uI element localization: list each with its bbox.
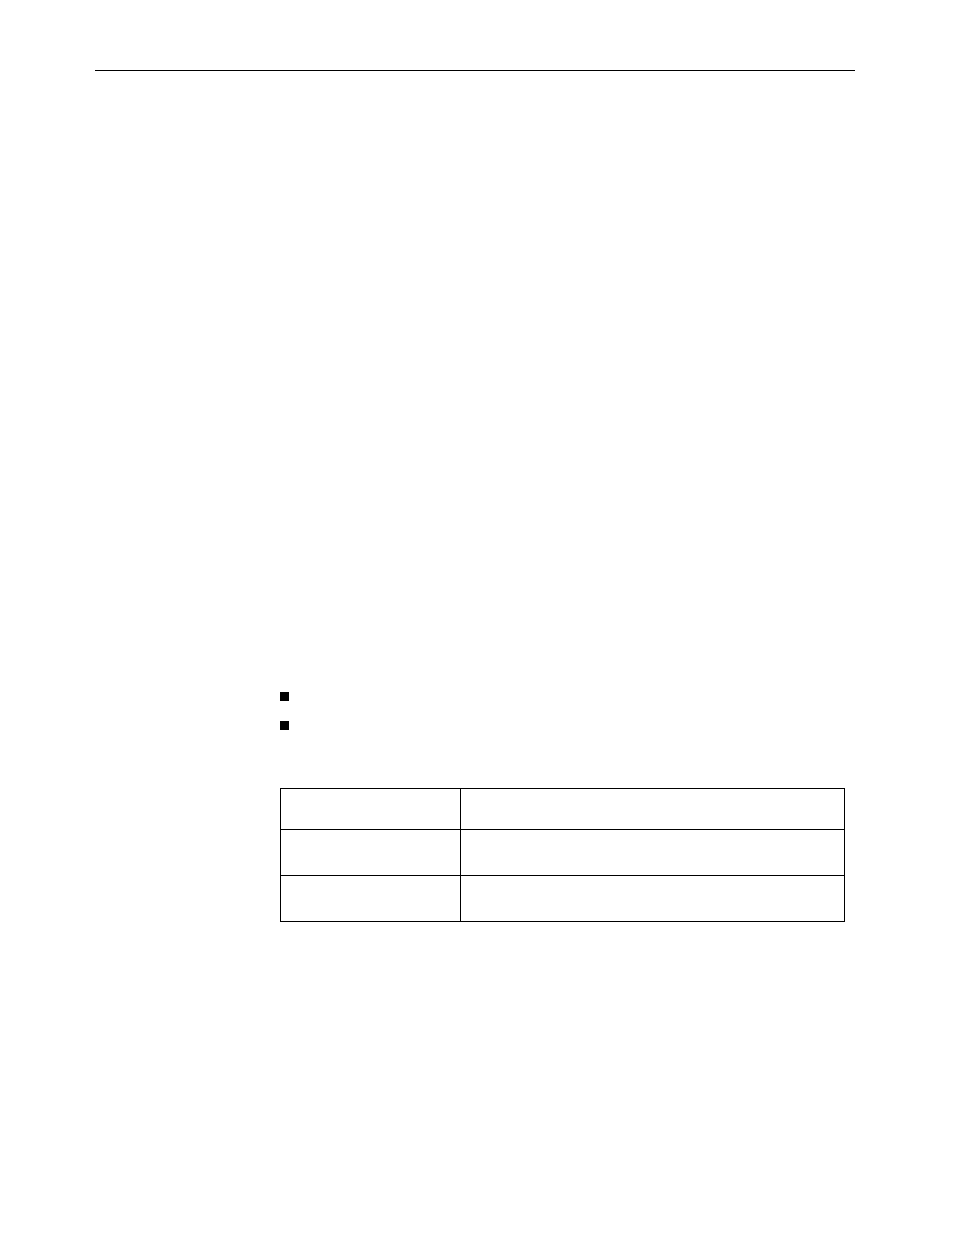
table-row [281, 830, 845, 876]
table-cell [281, 876, 461, 922]
bullet-item [280, 690, 850, 701]
table-cell [281, 789, 461, 830]
bullet-square-icon [280, 721, 289, 730]
table-cell [461, 830, 845, 876]
header-rule [95, 70, 855, 71]
content-block [280, 690, 850, 922]
table-cell [461, 789, 845, 830]
page [0, 0, 954, 1235]
bullet-square-icon [280, 692, 289, 701]
table-cell [281, 830, 461, 876]
bullet-item [280, 719, 850, 730]
table-row [281, 876, 845, 922]
data-table [280, 788, 845, 922]
table-cell [461, 876, 845, 922]
table-row [281, 789, 845, 830]
